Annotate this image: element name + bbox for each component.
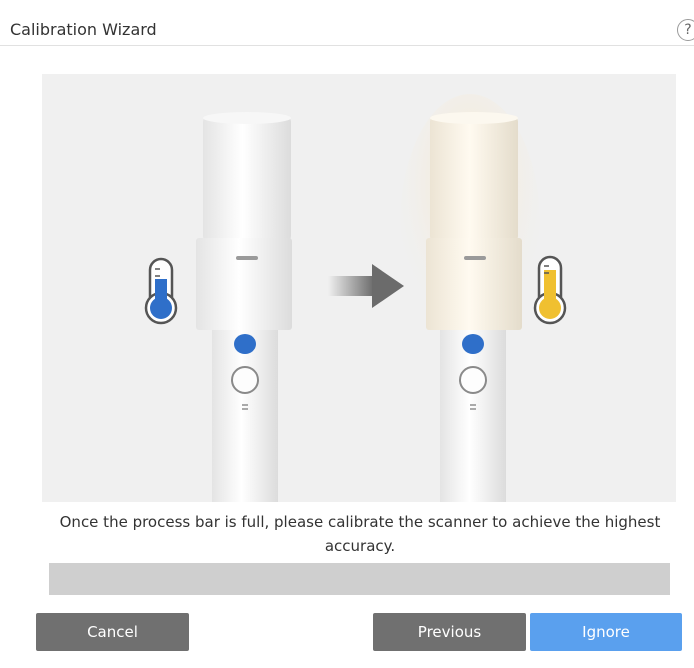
scanner-cold — [196, 112, 292, 502]
previous-button[interactable]: Previous — [373, 613, 526, 651]
help-button[interactable]: ? — [677, 19, 694, 41]
progress-bar — [49, 563, 670, 595]
title-bar: Calibration Wizard ? — [0, 0, 694, 46]
scanner-warmup-illustration — [144, 94, 567, 502]
arrow-right-icon — [328, 264, 404, 308]
calibration-illustration — [42, 74, 676, 502]
calibration-message: Once the process bar is full, please cal… — [59, 513, 661, 555]
scanner-button-blue — [234, 334, 256, 354]
thermometer-warm-icon — [533, 255, 567, 325]
scanner-warm — [400, 94, 540, 502]
thermometer-cold-icon — [144, 257, 178, 325]
cancel-button[interactable]: Cancel — [36, 613, 189, 651]
calibration-wizard-dialog: Calibration Wizard ? Once the process ba… — [0, 0, 694, 668]
dialog-title: Calibration Wizard — [10, 20, 157, 39]
scanner-button-blue-warm — [462, 334, 484, 354]
ignore-button[interactable]: Ignore — [530, 613, 682, 651]
